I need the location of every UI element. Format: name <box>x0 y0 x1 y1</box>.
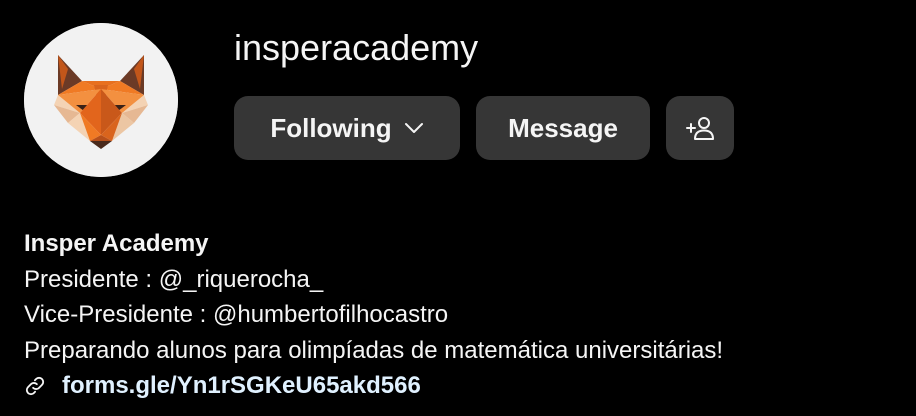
profile-bio: Insper Academy Presidente : @_riquerocha… <box>24 226 723 404</box>
add-person-icon <box>684 114 716 142</box>
bio-line-president: Presidente : @_riquerocha_ <box>24 265 324 293</box>
display-name: Insper Academy <box>24 230 209 257</box>
message-label: Message <box>508 112 618 143</box>
bio-link[interactable]: forms.gle/Yn1rSGKeU65akd566 <box>62 368 421 404</box>
following-label: Following <box>270 112 392 143</box>
bio-link-row: forms.gle/Yn1rSGKeU65akd566 <box>24 368 723 404</box>
bio-line-vice-president: Vice-Presidente : @humbertofilhocastro <box>24 301 449 328</box>
profile-avatar[interactable] <box>24 23 178 177</box>
link-icon <box>24 375 46 397</box>
suggested-accounts-button[interactable] <box>666 96 734 160</box>
bio-line-description: Preparando alunos para olimpíadas de mat… <box>24 336 724 364</box>
profile-username: insperacademy <box>234 27 479 68</box>
message-button[interactable]: Message <box>476 96 650 160</box>
following-button[interactable]: Following <box>234 96 460 160</box>
fox-logo-icon <box>24 23 178 177</box>
chevron-down-icon <box>404 122 424 134</box>
